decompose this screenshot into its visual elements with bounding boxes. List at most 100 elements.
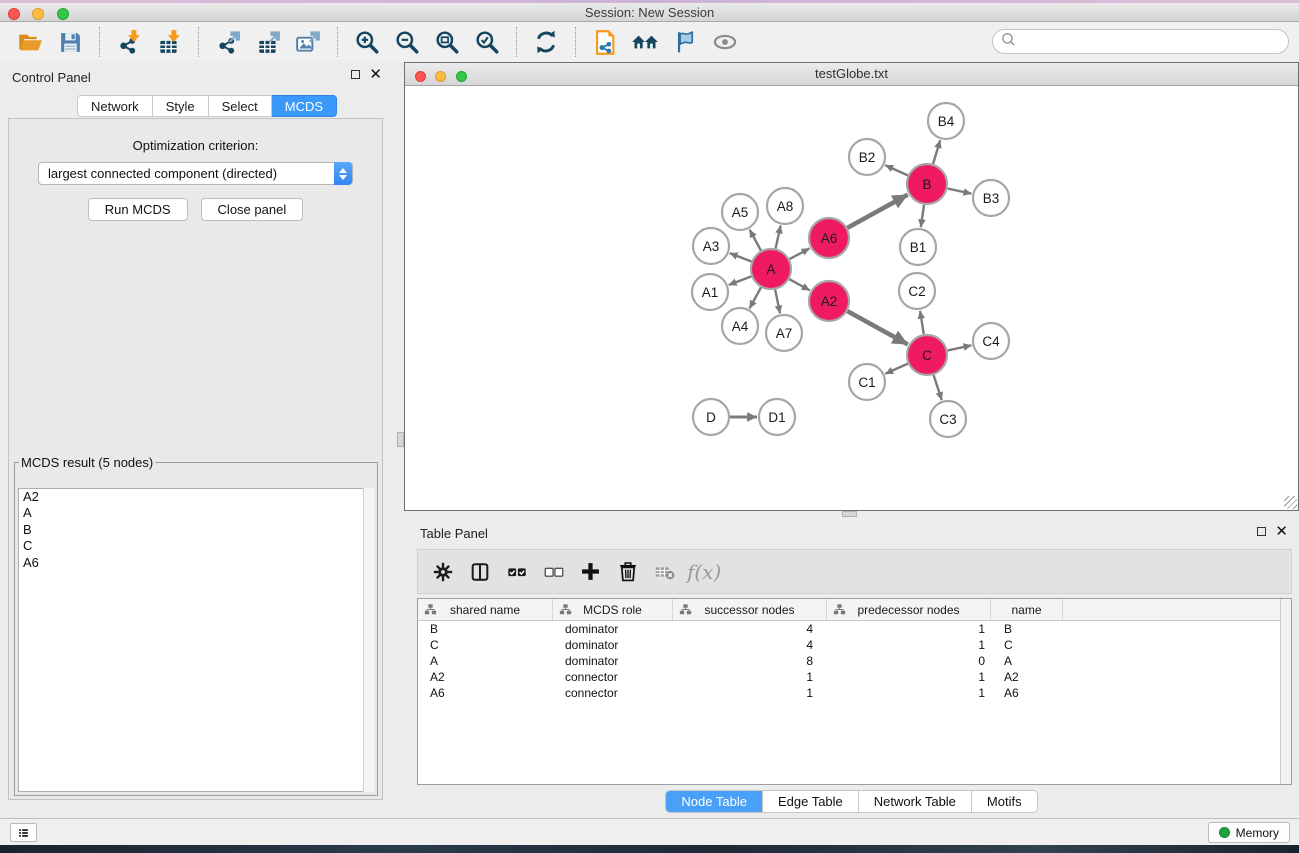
select-all-icon[interactable] (500, 554, 533, 590)
table-row[interactable]: A2connector11A2 (418, 669, 1291, 685)
mcds-result-item[interactable]: A6 (19, 555, 373, 571)
table-row[interactable]: Bdominator41B (418, 621, 1291, 637)
task-history-icon[interactable] (10, 823, 37, 842)
graph-node-D1[interactable]: D1 (759, 399, 795, 435)
settings-gear-icon[interactable] (426, 554, 459, 590)
criterion-select[interactable]: largest connected component (directed) (38, 162, 353, 185)
close-panel-button[interactable]: Close panel (201, 198, 304, 221)
export-image-icon[interactable] (288, 25, 328, 59)
float-table-panel-icon[interactable] (1257, 527, 1266, 536)
splitter-handle-left[interactable] (397, 432, 404, 447)
column-header-MCDS-role[interactable]: MCDS role (553, 599, 673, 620)
network-view-titlebar[interactable]: testGlobe.txt (405, 63, 1298, 86)
zoom-out-icon[interactable] (387, 25, 427, 59)
edge-C-C4[interactable] (948, 345, 972, 350)
resize-grip-icon[interactable] (1284, 496, 1297, 509)
graph-node-A1[interactable]: A1 (692, 274, 728, 310)
edge-A-A5[interactable] (750, 230, 761, 251)
edge-A-A6[interactable] (790, 248, 810, 259)
open-file-icon[interactable] (10, 25, 50, 59)
edge-B-B4[interactable] (933, 140, 940, 164)
graph-node-D[interactable]: D (693, 399, 729, 435)
edge-C-C3[interactable] (934, 375, 942, 400)
column-header-predecessor-nodes[interactable]: predecessor nodes (827, 599, 991, 620)
main-titlebar[interactable]: Session: New Session (0, 3, 1299, 22)
export-network-icon[interactable] (208, 25, 248, 59)
column-header-successor-nodes[interactable]: successor nodes (673, 599, 827, 620)
delete-column-icon[interactable] (611, 554, 644, 590)
float-panel-icon[interactable] (351, 70, 360, 79)
search-input[interactable] (1017, 32, 1288, 52)
tab-select[interactable]: Select (209, 95, 272, 117)
home-icon[interactable] (625, 25, 665, 59)
graph-node-B[interactable]: B (907, 164, 947, 204)
edge-A-A1[interactable] (729, 276, 752, 285)
tab-motifs[interactable]: Motifs (971, 791, 1037, 812)
table-row[interactable]: Cdominator41C (418, 637, 1291, 653)
edge-A6-B[interactable] (847, 195, 907, 228)
tab-node-table[interactable]: Node Table (666, 791, 762, 812)
mcds-result-item[interactable]: B (19, 522, 373, 538)
edge-B-B2[interactable] (885, 165, 908, 175)
graph-node-C[interactable]: C (907, 335, 947, 375)
zoom-in-icon[interactable] (347, 25, 387, 59)
table-row[interactable]: A6connector11A6 (418, 685, 1291, 701)
graph-node-A6[interactable]: A6 (809, 218, 849, 258)
edge-A-A2[interactable] (789, 279, 809, 290)
graph-node-C4[interactable]: C4 (973, 323, 1009, 359)
mcds-result-list[interactable]: A2ABCA6 (18, 488, 374, 792)
tab-network[interactable]: Network (77, 95, 153, 117)
edge-A-A4[interactable] (750, 287, 761, 308)
tab-edge-table[interactable]: Edge Table (762, 791, 858, 812)
graph-node-C2[interactable]: C2 (899, 273, 935, 309)
mcds-list-scrollbar[interactable] (363, 488, 374, 792)
import-table-icon[interactable] (149, 25, 189, 59)
memory-status-button[interactable]: Memory (1208, 822, 1290, 843)
hide-graphics-icon[interactable] (665, 25, 705, 59)
edge-B-B1[interactable] (921, 205, 924, 227)
graph-node-A5[interactable]: A5 (722, 194, 758, 230)
add-column-icon[interactable] (574, 554, 607, 590)
eye-icon[interactable] (705, 25, 745, 59)
graph-node-A[interactable]: A (751, 249, 791, 289)
graph-node-A2[interactable]: A2 (809, 281, 849, 321)
graph-node-B2[interactable]: B2 (849, 139, 885, 175)
graph-node-C1[interactable]: C1 (849, 364, 885, 400)
graph-node-B1[interactable]: B1 (900, 229, 936, 265)
graph-node-A8[interactable]: A8 (767, 188, 803, 224)
close-panel-icon[interactable]: ✕ (369, 69, 382, 80)
zoom-selected-icon[interactable] (467, 25, 507, 59)
edge-A-A3[interactable] (730, 253, 752, 261)
graph-node-A3[interactable]: A3 (693, 228, 729, 264)
graph-node-C3[interactable]: C3 (930, 401, 966, 437)
edge-A-A8[interactable] (776, 226, 781, 249)
run-mcds-button[interactable]: Run MCDS (88, 198, 188, 221)
search-box[interactable] (992, 29, 1289, 54)
deselect-all-icon[interactable] (537, 554, 570, 590)
edge-A-A7[interactable] (775, 290, 780, 314)
import-network-icon[interactable] (109, 25, 149, 59)
tab-style[interactable]: Style (153, 95, 209, 117)
graph-node-B3[interactable]: B3 (973, 180, 1009, 216)
network-canvas[interactable]: B4 B2 B B3 A8A5 A6 B1 A3 A A1 C2 A2 A4A7 C4 C C1 C3 D D1 (405, 87, 1298, 510)
close-table-panel-icon[interactable]: ✕ (1275, 526, 1288, 537)
column-layout-icon[interactable] (463, 554, 496, 590)
edge-C-C2[interactable] (920, 311, 924, 334)
mcds-result-item[interactable]: A (19, 505, 373, 521)
export-table-icon[interactable] (248, 25, 288, 59)
splitter-handle-bottom[interactable] (842, 511, 857, 517)
column-header-name[interactable]: name (991, 599, 1063, 620)
network-document-icon[interactable] (585, 25, 625, 59)
table-scrollbar[interactable] (1280, 599, 1291, 784)
graph-node-A7[interactable]: A7 (766, 315, 802, 351)
column-header-shared-name[interactable]: shared name (418, 599, 553, 620)
edge-B-B3[interactable] (948, 188, 972, 193)
table-row[interactable]: Adominator80A (418, 653, 1291, 669)
zoom-fit-icon[interactable] (427, 25, 467, 59)
graph-node-A4[interactable]: A4 (722, 308, 758, 344)
tab-network-table[interactable]: Network Table (858, 791, 971, 812)
save-session-icon[interactable] (50, 25, 90, 59)
mcds-result-item[interactable]: A2 (19, 489, 373, 505)
edge-C-C1[interactable] (885, 364, 908, 374)
graph-node-B4[interactable]: B4 (928, 103, 964, 139)
